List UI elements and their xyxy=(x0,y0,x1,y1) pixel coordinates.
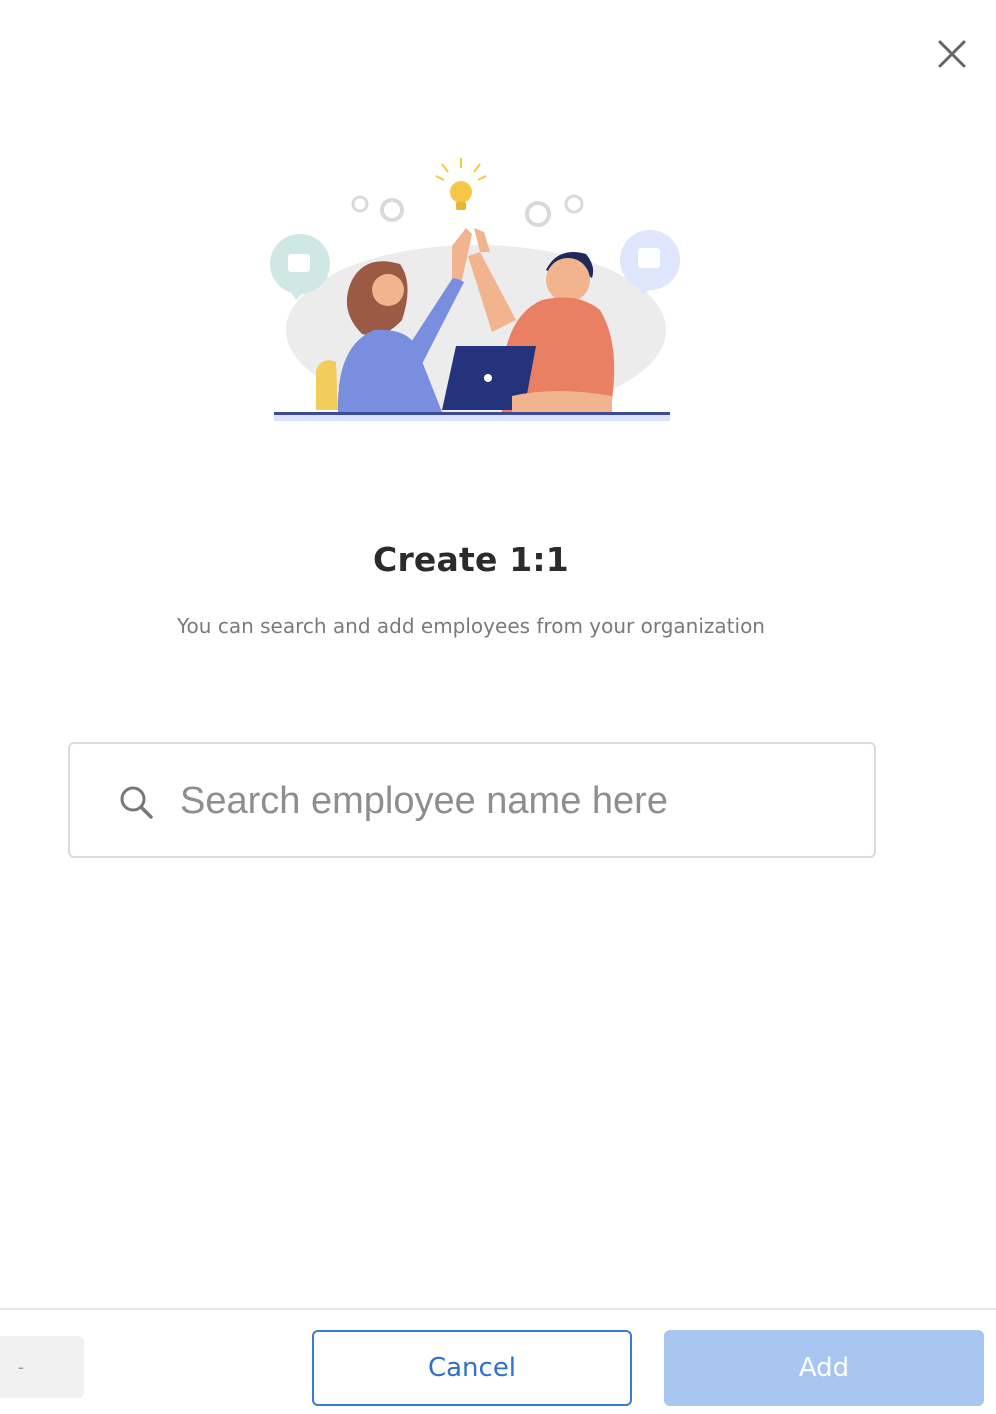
create-one-on-one-dialog: Create 1:1 You can search and add employ… xyxy=(0,0,996,1414)
high-five-illustration xyxy=(270,158,680,421)
cancel-button[interactable]: Cancel xyxy=(312,1330,632,1406)
dialog-title: Create 1:1 xyxy=(373,540,569,579)
close-button[interactable] xyxy=(926,32,978,76)
employee-search-input[interactable] xyxy=(180,764,840,838)
employee-search-box[interactable] xyxy=(68,742,876,858)
search-icon xyxy=(120,786,153,819)
add-button[interactable]: Add xyxy=(664,1330,984,1406)
footer-left-stub: - xyxy=(0,1336,84,1398)
dialog-subtitle: You can search and add employees from yo… xyxy=(177,614,765,638)
dialog-footer: - Cancel Add xyxy=(0,1308,996,1414)
close-icon xyxy=(938,40,966,68)
